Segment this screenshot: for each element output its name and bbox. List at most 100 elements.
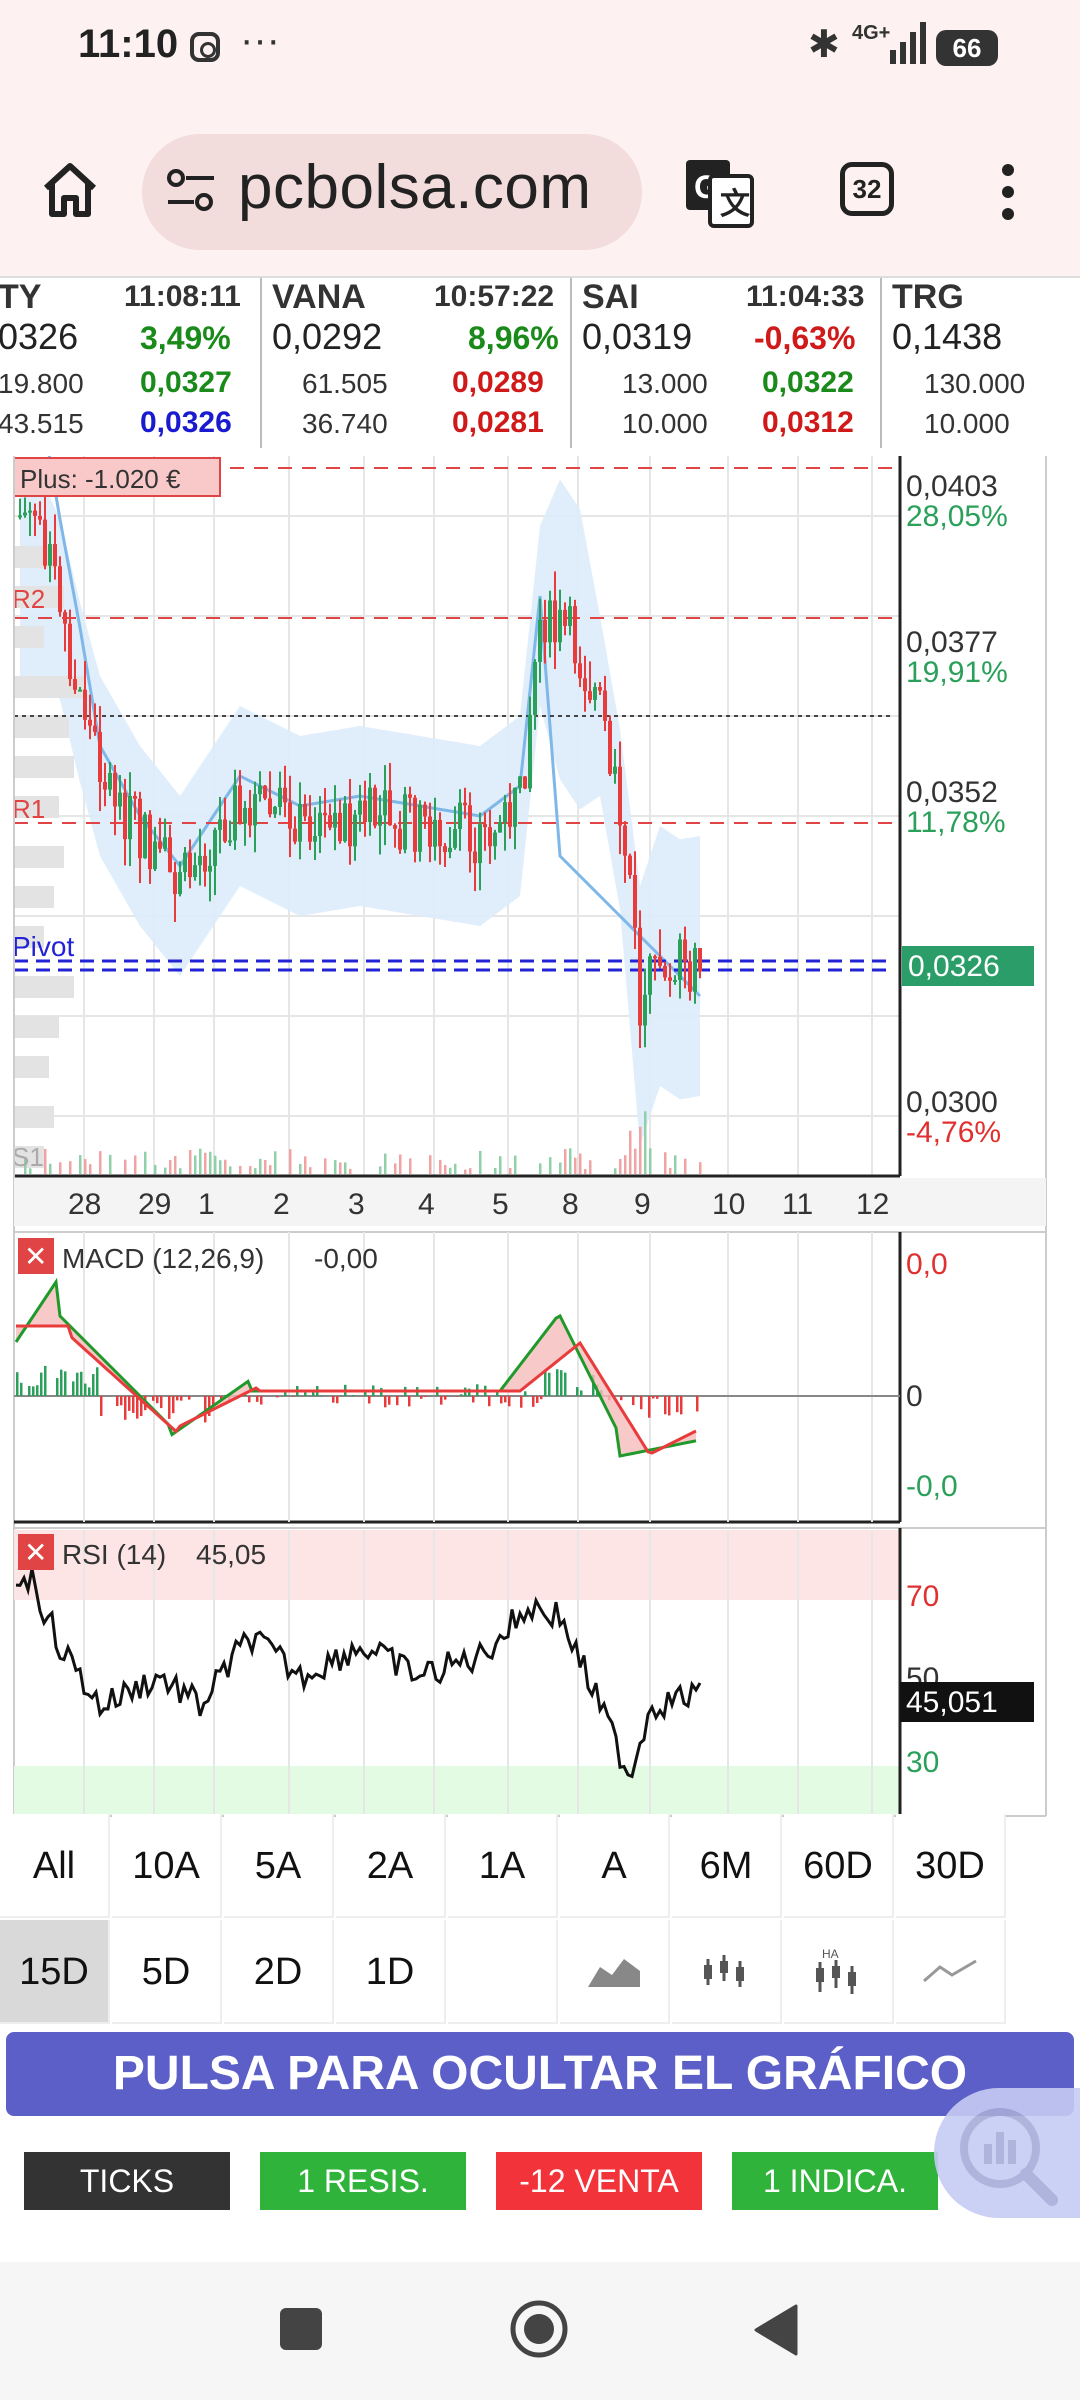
macd-histogram-bar	[20, 1382, 23, 1396]
period-button[interactable]: 10A	[112, 1814, 222, 1918]
sell-signal-button[interactable]: -12 VENTA	[496, 2152, 702, 2210]
price-chart[interactable]: Plus: -1.020 € R2 R1 Pivot S1 0,0403 28,…	[0, 456, 1080, 1820]
macd-histogram-bar	[488, 1396, 491, 1407]
period-button[interactable]: All	[0, 1814, 110, 1918]
site-settings-icon[interactable]	[166, 168, 216, 214]
period-button[interactable]: 15D	[0, 1920, 110, 2024]
price-axis-label: 0,0300	[906, 1086, 998, 1119]
ticker-item[interactable]: VANA 10:57:22 0,0292 8,96% 61.505 0,0289…	[272, 278, 572, 458]
ticks-button[interactable]: TICKS	[24, 2152, 230, 2210]
chart-search-button[interactable]	[934, 2088, 1080, 2218]
candle-body	[638, 927, 642, 1026]
macd-histogram-bar	[156, 1396, 159, 1404]
chart-type-button[interactable]	[896, 1920, 1006, 2024]
ticker-strip[interactable]: TY 11:08:11 0326 3,49% 19.800 0,0327 43.…	[0, 276, 1080, 460]
candle-body	[453, 829, 457, 848]
volume-bar	[44, 1148, 47, 1174]
candle-body	[278, 787, 282, 807]
home-nav-button[interactable]	[508, 2298, 570, 2360]
x-axis-label: 28	[68, 1188, 101, 1221]
macd-histogram-bar	[352, 1394, 355, 1396]
bluetooth-icon: ✱	[808, 24, 840, 66]
rsi-value: 45,05	[196, 1539, 266, 1570]
volume-bar	[629, 1130, 632, 1174]
candle-body	[448, 847, 452, 853]
overflow-menu-icon[interactable]	[1000, 162, 1016, 222]
indicator-button[interactable]: 1 INDICA.	[732, 2152, 938, 2210]
volume-bar	[669, 1167, 672, 1174]
period-button[interactable]: 60D	[784, 1814, 894, 1918]
period-button[interactable]: 1A	[448, 1814, 558, 1918]
hide-chart-button[interactable]: PULSA PARA OCULTAR EL GRÁFICO	[6, 2032, 1074, 2116]
volume-profile-bar	[14, 846, 64, 868]
ticker-price: 0326	[0, 316, 79, 357]
instagram-icon	[190, 32, 220, 62]
ticker-item[interactable]: TRG 0,1438 130.000 10.000	[892, 278, 1080, 458]
ticker-item[interactable]: SAI 11:04:33 0,0319 -0,63% 13.000 0,0322…	[582, 278, 882, 458]
candle-body	[53, 544, 57, 567]
ticker-change: -0,63%	[754, 320, 856, 356]
macd-histogram-bar	[368, 1396, 371, 1404]
candle-body	[63, 612, 67, 624]
period-button-empty	[448, 1920, 558, 2024]
ticker-symbol: TRG	[892, 278, 964, 316]
candle-body	[498, 822, 502, 833]
ticker-ask-price: 0,0312	[762, 406, 854, 439]
ticker-bid-price: 0,0322	[762, 366, 854, 399]
period-button[interactable]: 5D	[112, 1920, 222, 2024]
x-axis-label: 11	[782, 1188, 813, 1221]
rsi-current-label: 45,051	[906, 1686, 998, 1719]
macd-histogram-bar	[320, 1395, 323, 1396]
period-button[interactable]: 1D	[336, 1920, 446, 2024]
period-button[interactable]: 2D	[224, 1920, 334, 2024]
tab-switcher-icon[interactable]: 32	[840, 162, 894, 216]
candle-body	[568, 606, 572, 626]
volume-profile-bar	[14, 886, 54, 908]
period-button[interactable]: 2A	[336, 1814, 446, 1918]
candle-body	[153, 841, 157, 870]
translate-icon[interactable]: G 文	[684, 158, 754, 228]
volume-bar	[394, 1163, 397, 1174]
candle-body	[543, 619, 547, 643]
candle-body	[298, 804, 302, 842]
candle-body	[648, 956, 652, 995]
heikin-ashi-icon: HA	[808, 1946, 868, 1996]
volume-bar	[494, 1168, 497, 1174]
back-button[interactable]	[752, 2304, 798, 2356]
candle-body	[383, 790, 387, 816]
macd-histogram-bar	[424, 1396, 427, 1397]
macd-histogram-bar	[680, 1396, 683, 1415]
battery-icon: 66	[936, 30, 998, 66]
chart-type-button[interactable]	[672, 1920, 782, 2024]
period-button[interactable]: 6M	[672, 1814, 782, 1918]
period-button[interactable]: 5A	[224, 1814, 334, 1918]
ticker-item[interactable]: TY 11:08:11 0326 3,49% 19.800 0,0327 43.…	[0, 278, 258, 458]
candle-body	[288, 802, 292, 829]
candle-body	[318, 812, 322, 837]
candle-body	[328, 815, 332, 828]
volume-bar	[144, 1151, 147, 1174]
period-button[interactable]: 30D	[896, 1814, 1006, 1918]
macd-histogram-bar	[632, 1396, 635, 1406]
recents-button[interactable]	[280, 2308, 322, 2350]
chart-type-button[interactable]: HA	[784, 1920, 894, 2024]
candle-body	[678, 939, 682, 980]
x-axis-label: 8	[562, 1188, 579, 1221]
ticker-bid-price: 0,0327	[140, 366, 232, 399]
candle-body	[258, 785, 262, 795]
volume-bar	[339, 1162, 342, 1174]
volume-bar	[304, 1156, 307, 1174]
period-button[interactable]: A	[560, 1814, 670, 1918]
candle-body	[558, 609, 562, 643]
home-icon[interactable]	[40, 160, 100, 220]
volume-bar	[574, 1157, 577, 1174]
volume-bar	[299, 1163, 302, 1174]
chart-type-button[interactable]	[560, 1920, 670, 2024]
price-axis-label: 0,0403	[906, 470, 998, 503]
candle-body	[178, 872, 182, 895]
ticker-bid-price: 0,0289	[452, 366, 544, 399]
resistance-button[interactable]: 1 RESIS.	[260, 2152, 466, 2210]
macd-histogram-bar	[40, 1372, 43, 1396]
candle-body	[628, 855, 632, 875]
url-text[interactable]: pcbolsa.com	[238, 152, 592, 223]
